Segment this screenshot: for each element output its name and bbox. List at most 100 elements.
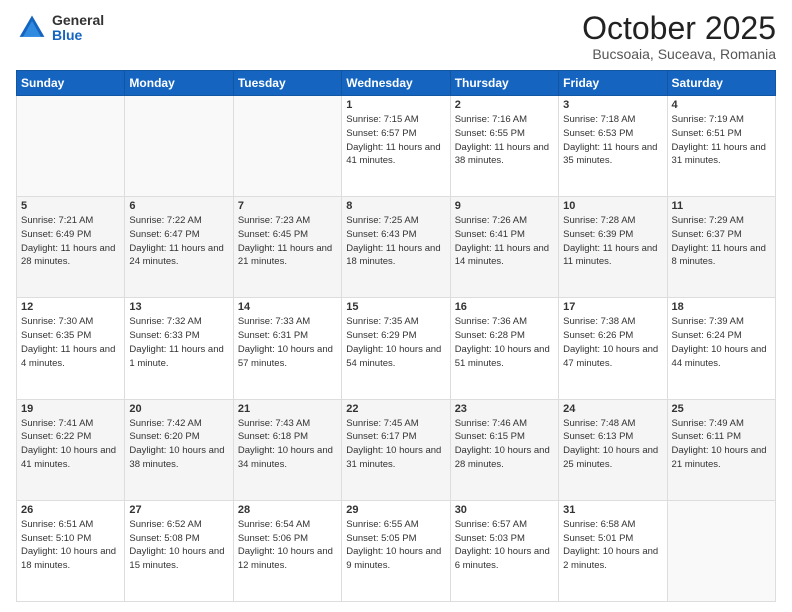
title-block: October 2025 Bucsoaia, Suceava, Romania [582,12,776,62]
day-info: Sunrise: 6:58 AM Sunset: 5:01 PM Dayligh… [563,518,662,573]
header: General Blue October 2025 Bucsoaia, Suce… [16,12,776,62]
day-number: 8 [346,200,445,212]
calendar-week-row: 19 Sunrise: 7:41 AM Sunset: 6:22 PM Dayli… [17,399,776,500]
calendar-week-row: 5Sunrise: 7:21 AM Sunset: 6:49 PM Daylig… [17,197,776,298]
table-row: 19 Sunrise: 7:41 AM Sunset: 6:22 PM Dayli… [17,399,125,500]
logo-general-text: General [52,13,104,28]
day-number: 17 [563,301,662,313]
logo-icon [16,12,48,44]
day-info: Sunrise: 6:51 AM Sunset: 5:10 PM Dayligh… [21,518,120,573]
day-number: 28 [238,504,337,516]
day-number: 15 [346,301,445,313]
day-number: 23 [455,403,554,415]
day-info: Sunrise: 7:21 AM Sunset: 6:49 PM Dayligh… [21,214,120,269]
day-number: 20 [129,403,228,415]
day-number: 10 [563,200,662,212]
day-number: 31 [563,504,662,516]
table-row: 2Sunrise: 7:16 AM Sunset: 6:55 PM Daylig… [450,96,558,197]
day-number: 18 [672,301,771,313]
day-number: 6 [129,200,228,212]
logo-text: General Blue [52,13,104,44]
day-info: Sunrise: 7:46 AM Sunset: 6:15 PM Dayligh… [455,417,554,472]
day-info: Sunrise: 7:15 AM Sunset: 6:57 PM Dayligh… [346,113,445,168]
day-info: Sunrise: 7:33 AM Sunset: 6:31 PM Dayligh… [238,315,337,370]
day-number: 4 [672,99,771,111]
table-row: 1Sunrise: 7:15 AM Sunset: 6:57 PM Daylig… [342,96,450,197]
day-info: Sunrise: 7:41 AM Sunset: 6:22 PM Dayligh… [21,417,120,472]
table-row: 15 Sunrise: 7:35 AM Sunset: 6:29 PM Dayli… [342,298,450,399]
day-info: Sunrise: 7:16 AM Sunset: 6:55 PM Dayligh… [455,113,554,168]
day-info: Sunrise: 7:29 AM Sunset: 6:37 PM Dayligh… [672,214,771,269]
table-row: 14 Sunrise: 7:33 AM Sunset: 6:31 PM Dayli… [233,298,341,399]
col-monday: Monday [125,71,233,96]
month-title: October 2025 [582,12,776,44]
table-row: 30 Sunrise: 6:57 AM Sunset: 5:03 PM Dayli… [450,500,558,601]
table-row: 25 Sunrise: 7:49 AM Sunset: 6:11 PM Dayli… [667,399,775,500]
day-info: Sunrise: 7:26 AM Sunset: 6:41 PM Dayligh… [455,214,554,269]
table-row: 26 Sunrise: 6:51 AM Sunset: 5:10 PM Dayli… [17,500,125,601]
table-row [17,96,125,197]
day-info: Sunrise: 7:23 AM Sunset: 6:45 PM Dayligh… [238,214,337,269]
table-row: 29Sunrise: 6:55 AM Sunset: 5:05 PM Dayli… [342,500,450,601]
calendar-week-row: 1Sunrise: 7:15 AM Sunset: 6:57 PM Daylig… [17,96,776,197]
table-row: 17 Sunrise: 7:38 AM Sunset: 6:26 PM Dayli… [559,298,667,399]
col-sunday: Sunday [17,71,125,96]
table-row: 20Sunrise: 7:42 AM Sunset: 6:20 PM Dayli… [125,399,233,500]
day-info: Sunrise: 7:39 AM Sunset: 6:24 PM Dayligh… [672,315,771,370]
table-row: 8 Sunrise: 7:25 AM Sunset: 6:43 PM Daylig… [342,197,450,298]
col-thursday: Thursday [450,71,558,96]
day-info: Sunrise: 7:28 AM Sunset: 6:39 PM Dayligh… [563,214,662,269]
day-number: 3 [563,99,662,111]
table-row: 31 Sunrise: 6:58 AM Sunset: 5:01 PM Dayli… [559,500,667,601]
day-number: 12 [21,301,120,313]
day-number: 13 [129,301,228,313]
day-number: 16 [455,301,554,313]
table-row: 4Sunrise: 7:19 AM Sunset: 6:51 PM Daylig… [667,96,775,197]
table-row: 13 Sunrise: 7:32 AM Sunset: 6:33 PM Dayli… [125,298,233,399]
day-info: Sunrise: 7:49 AM Sunset: 6:11 PM Dayligh… [672,417,771,472]
day-number: 24 [563,403,662,415]
day-number: 19 [21,403,120,415]
day-number: 30 [455,504,554,516]
day-info: Sunrise: 6:57 AM Sunset: 5:03 PM Dayligh… [455,518,554,573]
day-info: Sunrise: 7:35 AM Sunset: 6:29 PM Dayligh… [346,315,445,370]
table-row: 12 Sunrise: 7:30 AM Sunset: 6:35 PM Dayli… [17,298,125,399]
table-row: 22Sunrise: 7:45 AM Sunset: 6:17 PM Dayli… [342,399,450,500]
day-info: Sunrise: 7:22 AM Sunset: 6:47 PM Dayligh… [129,214,228,269]
table-row: 10 Sunrise: 7:28 AM Sunset: 6:39 PM Dayli… [559,197,667,298]
table-row: 18 Sunrise: 7:39 AM Sunset: 6:24 PM Dayli… [667,298,775,399]
day-number: 7 [238,200,337,212]
day-info: Sunrise: 6:52 AM Sunset: 5:08 PM Dayligh… [129,518,228,573]
table-row: 24 Sunrise: 7:48 AM Sunset: 6:13 PM Dayli… [559,399,667,500]
table-row: 27Sunrise: 6:52 AM Sunset: 5:08 PM Dayli… [125,500,233,601]
table-row: 7 Sunrise: 7:23 AM Sunset: 6:45 PM Daylig… [233,197,341,298]
page: General Blue October 2025 Bucsoaia, Suce… [0,0,792,612]
day-number: 14 [238,301,337,313]
day-info: Sunrise: 7:30 AM Sunset: 6:35 PM Dayligh… [21,315,120,370]
day-info: Sunrise: 7:43 AM Sunset: 6:18 PM Dayligh… [238,417,337,472]
day-number: 26 [21,504,120,516]
logo-blue-text: Blue [52,28,104,43]
day-info: Sunrise: 6:55 AM Sunset: 5:05 PM Dayligh… [346,518,445,573]
table-row: 6 Sunrise: 7:22 AM Sunset: 6:47 PM Daylig… [125,197,233,298]
table-row: 11Sunrise: 7:29 AM Sunset: 6:37 PM Dayli… [667,197,775,298]
day-info: Sunrise: 7:38 AM Sunset: 6:26 PM Dayligh… [563,315,662,370]
table-row [667,500,775,601]
calendar-week-row: 12 Sunrise: 7:30 AM Sunset: 6:35 PM Dayli… [17,298,776,399]
table-row [233,96,341,197]
day-number: 25 [672,403,771,415]
day-info: Sunrise: 7:25 AM Sunset: 6:43 PM Dayligh… [346,214,445,269]
day-info: Sunrise: 7:36 AM Sunset: 6:28 PM Dayligh… [455,315,554,370]
day-info: Sunrise: 7:45 AM Sunset: 6:17 PM Dayligh… [346,417,445,472]
day-info: Sunrise: 7:48 AM Sunset: 6:13 PM Dayligh… [563,417,662,472]
col-friday: Friday [559,71,667,96]
day-info: Sunrise: 7:32 AM Sunset: 6:33 PM Dayligh… [129,315,228,370]
table-row: 23 Sunrise: 7:46 AM Sunset: 6:15 PM Dayli… [450,399,558,500]
day-info: Sunrise: 7:18 AM Sunset: 6:53 PM Dayligh… [563,113,662,168]
table-row: 9Sunrise: 7:26 AM Sunset: 6:41 PM Daylig… [450,197,558,298]
table-row [125,96,233,197]
day-number: 21 [238,403,337,415]
calendar-header-row: Sunday Monday Tuesday Wednesday Thursday… [17,71,776,96]
table-row: 16 Sunrise: 7:36 AM Sunset: 6:28 PM Dayli… [450,298,558,399]
col-tuesday: Tuesday [233,71,341,96]
